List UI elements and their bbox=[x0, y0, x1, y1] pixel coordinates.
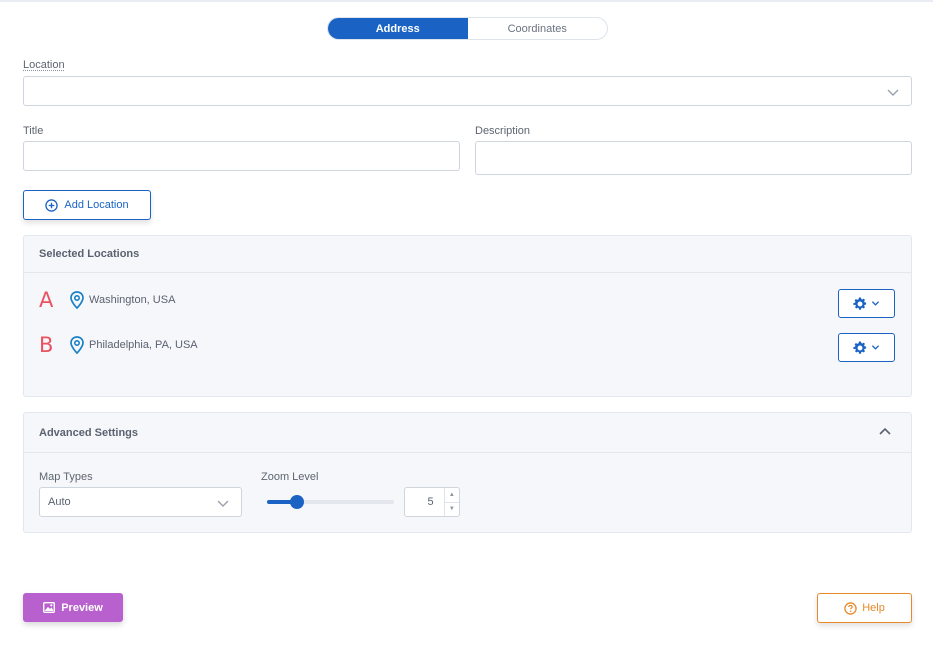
image-icon bbox=[43, 602, 56, 613]
selected-locations-heading: Selected Locations bbox=[24, 236, 911, 273]
location-label: Location bbox=[23, 59, 65, 71]
preview-label: Preview bbox=[61, 601, 103, 614]
location-name: Philadelphia, PA, USA bbox=[89, 339, 198, 351]
map-pin-icon bbox=[70, 336, 84, 355]
advanced-settings-header[interactable]: Advanced Settings bbox=[24, 413, 911, 453]
chevron-down-icon bbox=[871, 301, 880, 306]
add-location-label: Add Location bbox=[64, 199, 129, 211]
chevron-down-icon bbox=[887, 89, 899, 96]
add-location-button[interactable]: Add Location bbox=[23, 190, 151, 220]
zoom-slider[interactable] bbox=[267, 495, 394, 509]
zoom-slider-thumb[interactable] bbox=[290, 495, 305, 509]
map-types-label: Map Types bbox=[39, 471, 93, 483]
plus-circle-icon bbox=[45, 198, 59, 212]
title-label: Title bbox=[23, 125, 44, 137]
zoom-stepper[interactable]: 5 ▲ ▼ bbox=[404, 487, 460, 517]
top-divider bbox=[0, 0, 933, 2]
gear-icon bbox=[853, 340, 867, 354]
stepper-up-icon[interactable]: ▲ bbox=[444, 488, 459, 503]
description-label: Description bbox=[475, 125, 531, 137]
chevron-down-icon bbox=[217, 500, 229, 507]
location-name: Washington, USA bbox=[89, 294, 176, 306]
map-types-select[interactable]: Auto bbox=[39, 487, 242, 517]
title-input[interactable] bbox=[23, 141, 460, 171]
gear-icon bbox=[853, 296, 867, 310]
zoom-value[interactable]: 5 bbox=[405, 488, 444, 516]
help-label: Help bbox=[862, 602, 885, 614]
preview-button[interactable]: Preview bbox=[23, 593, 123, 622]
map-pin-icon bbox=[70, 291, 84, 310]
selected-locations-panel: Selected Locations A Washington, USA B P… bbox=[23, 235, 912, 397]
zoom-stepper-arrows: ▲ ▼ bbox=[443, 488, 459, 517]
map-types-value: Auto bbox=[48, 496, 71, 508]
advanced-settings-heading: Advanced Settings bbox=[39, 426, 139, 439]
location-letter: A bbox=[39, 288, 54, 312]
location-select[interactable] bbox=[23, 76, 912, 106]
tab-coordinates[interactable]: Coordinates bbox=[468, 18, 608, 39]
location-item-b: B Philadelphia, PA, USA bbox=[39, 333, 198, 357]
location-item-a: A Washington, USA bbox=[39, 288, 175, 312]
zoom-level-label: Zoom Level bbox=[261, 471, 319, 483]
description-input[interactable] bbox=[475, 141, 912, 175]
tab-address[interactable]: Address bbox=[328, 18, 468, 39]
input-mode-toggle: Address Coordinates bbox=[327, 17, 608, 40]
stepper-down-icon[interactable]: ▼ bbox=[445, 503, 459, 517]
question-circle-icon bbox=[844, 601, 857, 615]
help-button[interactable]: Help bbox=[817, 593, 912, 623]
location-b-settings-button[interactable] bbox=[838, 333, 895, 362]
chevron-down-icon bbox=[871, 345, 880, 350]
location-letter: B bbox=[39, 333, 54, 357]
advanced-settings-panel: Advanced Settings Map Types Auto Zoom Le… bbox=[23, 412, 912, 533]
chevron-up-icon[interactable] bbox=[879, 426, 891, 436]
location-a-settings-button[interactable] bbox=[838, 289, 895, 318]
